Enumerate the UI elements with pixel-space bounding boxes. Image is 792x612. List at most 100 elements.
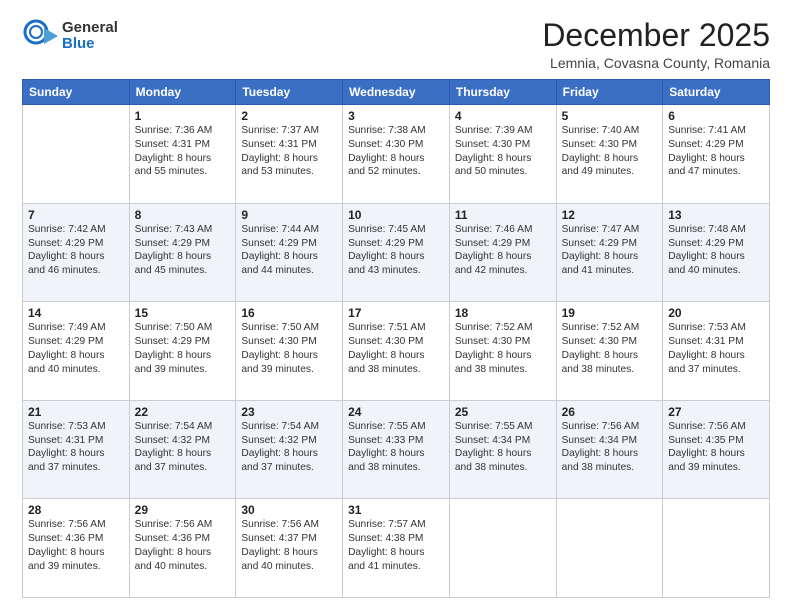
header: General Blue December 2025 Lemnia, Covas…: [22, 18, 770, 71]
day-number: 26: [562, 405, 658, 419]
day-info: Sunrise: 7:55 AM Sunset: 4:33 PM Dayligh…: [348, 420, 444, 475]
day-info: Sunrise: 7:38 AM Sunset: 4:30 PM Dayligh…: [348, 124, 444, 179]
table-row: 29Sunrise: 7:56 AM Sunset: 4:36 PM Dayli…: [129, 499, 236, 598]
day-info: Sunrise: 7:56 AM Sunset: 4:36 PM Dayligh…: [135, 518, 231, 573]
day-info: Sunrise: 7:43 AM Sunset: 4:29 PM Dayligh…: [135, 223, 231, 278]
day-number: 5: [562, 109, 658, 123]
day-number: 3: [348, 109, 444, 123]
day-number: 10: [348, 208, 444, 222]
calendar-week-row: 21Sunrise: 7:53 AM Sunset: 4:31 PM Dayli…: [23, 400, 770, 499]
table-row: 27Sunrise: 7:56 AM Sunset: 4:35 PM Dayli…: [663, 400, 770, 499]
day-number: 4: [455, 109, 551, 123]
day-number: 16: [241, 306, 337, 320]
table-row: 21Sunrise: 7:53 AM Sunset: 4:31 PM Dayli…: [23, 400, 130, 499]
day-info: Sunrise: 7:51 AM Sunset: 4:30 PM Dayligh…: [348, 321, 444, 376]
day-number: 19: [562, 306, 658, 320]
header-sunday: Sunday: [23, 80, 130, 105]
day-info: Sunrise: 7:45 AM Sunset: 4:29 PM Dayligh…: [348, 223, 444, 278]
day-info: Sunrise: 7:56 AM Sunset: 4:34 PM Dayligh…: [562, 420, 658, 475]
day-info: Sunrise: 7:37 AM Sunset: 4:31 PM Dayligh…: [241, 124, 337, 179]
day-number: 30: [241, 503, 337, 517]
table-row: 2Sunrise: 7:37 AM Sunset: 4:31 PM Daylig…: [236, 105, 343, 204]
table-row: 18Sunrise: 7:52 AM Sunset: 4:30 PM Dayli…: [449, 302, 556, 401]
table-row: 23Sunrise: 7:54 AM Sunset: 4:32 PM Dayli…: [236, 400, 343, 499]
day-info: Sunrise: 7:52 AM Sunset: 4:30 PM Dayligh…: [562, 321, 658, 376]
day-number: 9: [241, 208, 337, 222]
table-row: 10Sunrise: 7:45 AM Sunset: 4:29 PM Dayli…: [343, 203, 450, 302]
day-number: 15: [135, 306, 231, 320]
calendar-week-row: 1Sunrise: 7:36 AM Sunset: 4:31 PM Daylig…: [23, 105, 770, 204]
day-info: Sunrise: 7:54 AM Sunset: 4:32 PM Dayligh…: [241, 420, 337, 475]
page: General Blue December 2025 Lemnia, Covas…: [0, 0, 792, 612]
header-thursday: Thursday: [449, 80, 556, 105]
table-row: [23, 105, 130, 204]
day-number: 27: [668, 405, 764, 419]
table-row: 7Sunrise: 7:42 AM Sunset: 4:29 PM Daylig…: [23, 203, 130, 302]
day-number: 24: [348, 405, 444, 419]
day-number: 28: [28, 503, 124, 517]
table-row: [449, 499, 556, 598]
header-saturday: Saturday: [663, 80, 770, 105]
table-row: 17Sunrise: 7:51 AM Sunset: 4:30 PM Dayli…: [343, 302, 450, 401]
day-info: Sunrise: 7:47 AM Sunset: 4:29 PM Dayligh…: [562, 223, 658, 278]
logo-blue-label: Blue: [62, 36, 118, 53]
table-row: 1Sunrise: 7:36 AM Sunset: 4:31 PM Daylig…: [129, 105, 236, 204]
table-row: 8Sunrise: 7:43 AM Sunset: 4:29 PM Daylig…: [129, 203, 236, 302]
header-friday: Friday: [556, 80, 663, 105]
month-title: December 2025: [542, 18, 770, 53]
header-tuesday: Tuesday: [236, 80, 343, 105]
table-row: 4Sunrise: 7:39 AM Sunset: 4:30 PM Daylig…: [449, 105, 556, 204]
logo-text: General Blue: [62, 20, 118, 53]
header-monday: Monday: [129, 80, 236, 105]
table-row: 16Sunrise: 7:50 AM Sunset: 4:30 PM Dayli…: [236, 302, 343, 401]
table-row: 24Sunrise: 7:55 AM Sunset: 4:33 PM Dayli…: [343, 400, 450, 499]
day-number: 2: [241, 109, 337, 123]
calendar-week-row: 28Sunrise: 7:56 AM Sunset: 4:36 PM Dayli…: [23, 499, 770, 598]
table-row: 19Sunrise: 7:52 AM Sunset: 4:30 PM Dayli…: [556, 302, 663, 401]
table-row: 13Sunrise: 7:48 AM Sunset: 4:29 PM Dayli…: [663, 203, 770, 302]
day-info: Sunrise: 7:56 AM Sunset: 4:36 PM Dayligh…: [28, 518, 124, 573]
calendar-header: Sunday Monday Tuesday Wednesday Thursday…: [23, 80, 770, 105]
table-row: 5Sunrise: 7:40 AM Sunset: 4:30 PM Daylig…: [556, 105, 663, 204]
table-row: 14Sunrise: 7:49 AM Sunset: 4:29 PM Dayli…: [23, 302, 130, 401]
day-info: Sunrise: 7:56 AM Sunset: 4:37 PM Dayligh…: [241, 518, 337, 573]
day-info: Sunrise: 7:39 AM Sunset: 4:30 PM Dayligh…: [455, 124, 551, 179]
day-info: Sunrise: 7:48 AM Sunset: 4:29 PM Dayligh…: [668, 223, 764, 278]
day-info: Sunrise: 7:44 AM Sunset: 4:29 PM Dayligh…: [241, 223, 337, 278]
day-info: Sunrise: 7:49 AM Sunset: 4:29 PM Dayligh…: [28, 321, 124, 376]
day-info: Sunrise: 7:41 AM Sunset: 4:29 PM Dayligh…: [668, 124, 764, 179]
logo: General Blue: [22, 18, 118, 54]
day-info: Sunrise: 7:40 AM Sunset: 4:30 PM Dayligh…: [562, 124, 658, 179]
day-info: Sunrise: 7:57 AM Sunset: 4:38 PM Dayligh…: [348, 518, 444, 573]
day-number: 29: [135, 503, 231, 517]
day-info: Sunrise: 7:55 AM Sunset: 4:34 PM Dayligh…: [455, 420, 551, 475]
day-number: 12: [562, 208, 658, 222]
day-number: 18: [455, 306, 551, 320]
table-row: 12Sunrise: 7:47 AM Sunset: 4:29 PM Dayli…: [556, 203, 663, 302]
day-number: 13: [668, 208, 764, 222]
day-info: Sunrise: 7:50 AM Sunset: 4:29 PM Dayligh…: [135, 321, 231, 376]
day-info: Sunrise: 7:53 AM Sunset: 4:31 PM Dayligh…: [28, 420, 124, 475]
title-block: December 2025 Lemnia, Covasna County, Ro…: [542, 18, 770, 71]
calendar-week-row: 7Sunrise: 7:42 AM Sunset: 4:29 PM Daylig…: [23, 203, 770, 302]
table-row: 9Sunrise: 7:44 AM Sunset: 4:29 PM Daylig…: [236, 203, 343, 302]
header-wednesday: Wednesday: [343, 80, 450, 105]
day-number: 14: [28, 306, 124, 320]
calendar-week-row: 14Sunrise: 7:49 AM Sunset: 4:29 PM Dayli…: [23, 302, 770, 401]
calendar-table: Sunday Monday Tuesday Wednesday Thursday…: [22, 79, 770, 598]
day-number: 11: [455, 208, 551, 222]
day-info: Sunrise: 7:36 AM Sunset: 4:31 PM Dayligh…: [135, 124, 231, 179]
table-row: 15Sunrise: 7:50 AM Sunset: 4:29 PM Dayli…: [129, 302, 236, 401]
day-number: 25: [455, 405, 551, 419]
day-number: 6: [668, 109, 764, 123]
day-number: 23: [241, 405, 337, 419]
calendar-body: 1Sunrise: 7:36 AM Sunset: 4:31 PM Daylig…: [23, 105, 770, 598]
day-number: 1: [135, 109, 231, 123]
day-number: 31: [348, 503, 444, 517]
table-row: 3Sunrise: 7:38 AM Sunset: 4:30 PM Daylig…: [343, 105, 450, 204]
day-info: Sunrise: 7:56 AM Sunset: 4:35 PM Dayligh…: [668, 420, 764, 475]
logo-general-label: General: [62, 20, 118, 37]
table-row: 6Sunrise: 7:41 AM Sunset: 4:29 PM Daylig…: [663, 105, 770, 204]
day-number: 17: [348, 306, 444, 320]
subtitle: Lemnia, Covasna County, Romania: [542, 55, 770, 71]
